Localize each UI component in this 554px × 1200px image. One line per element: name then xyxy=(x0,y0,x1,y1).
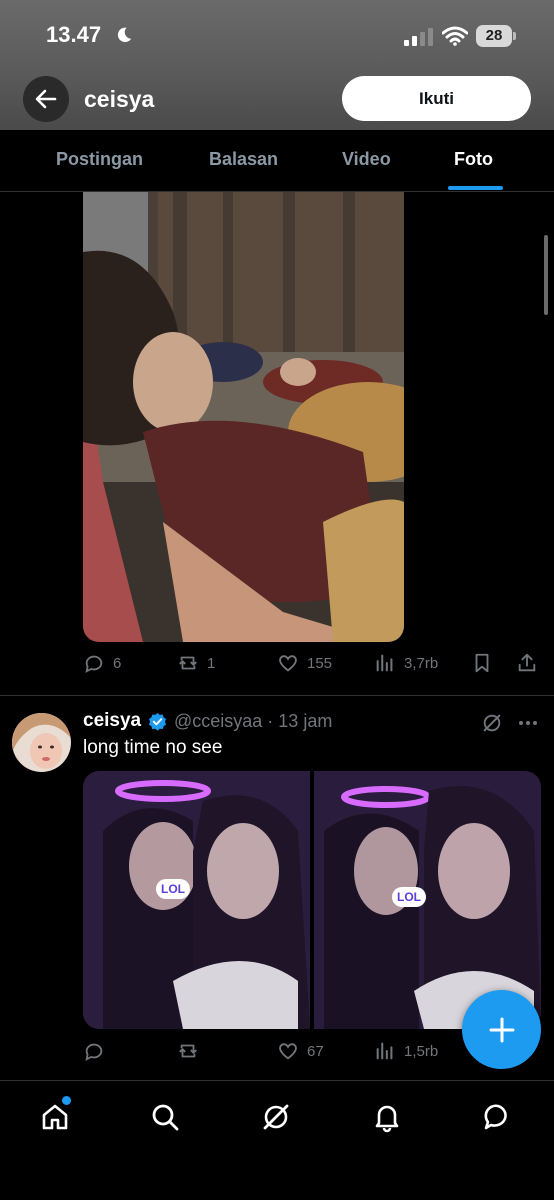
share-button[interactable] xyxy=(516,652,538,674)
compose-post-button[interactable] xyxy=(462,990,541,1069)
tab-posts[interactable]: Postingan xyxy=(56,149,143,170)
post-handle-time[interactable]: @cceisyaa · 13 jam xyxy=(174,711,332,732)
reply-button[interactable] xyxy=(83,1040,113,1062)
home-notification-dot xyxy=(62,1096,71,1105)
views-icon xyxy=(376,1042,393,1060)
tab-video[interactable]: Video xyxy=(342,149,391,170)
reply-icon xyxy=(85,655,103,673)
views-button[interactable]: 3,7rb xyxy=(374,652,438,674)
wifi-icon xyxy=(442,26,468,46)
post-photo-left[interactable]: LOL xyxy=(83,771,310,1029)
repost-icon xyxy=(179,656,197,670)
messages-icon xyxy=(484,1104,507,1130)
avatar-image xyxy=(12,713,71,772)
views-count: 3,7rb xyxy=(404,654,439,672)
profile-header: 13.47 28 ceisya Ikuti xyxy=(0,0,554,130)
search-icon xyxy=(152,1104,179,1131)
photo-illustration xyxy=(83,192,404,642)
home-icon xyxy=(42,1104,68,1130)
tab-replies[interactable]: Balasan xyxy=(209,149,278,170)
grok-icon[interactable] xyxy=(481,712,503,734)
post-media-grid: LOL LOL xyxy=(83,771,541,1029)
status-bar: 13.47 28 xyxy=(0,0,554,70)
verified-badge-icon xyxy=(148,712,167,731)
arrow-left-icon xyxy=(35,89,57,109)
tab-photos[interactable]: Foto xyxy=(454,149,493,170)
plus-icon xyxy=(489,1017,514,1042)
nav-messages[interactable] xyxy=(480,1099,516,1135)
repost-icon xyxy=(179,1044,197,1058)
moon-icon xyxy=(117,27,132,43)
status-time: 13.47 xyxy=(46,22,102,47)
scrollbar[interactable] xyxy=(544,235,548,315)
follow-button[interactable]: Ikuti xyxy=(342,76,531,121)
like-button[interactable]: 155 xyxy=(277,652,332,674)
reply-button[interactable]: 6 xyxy=(83,652,121,674)
lol-sticker: LOL xyxy=(156,879,190,899)
heart-icon xyxy=(279,655,297,672)
battery-tip xyxy=(513,32,516,40)
views-button[interactable]: 1,5rb xyxy=(374,1040,438,1062)
photo-left-illustration xyxy=(83,771,310,1029)
active-tab-indicator xyxy=(448,186,503,190)
views-count: 1,5rb xyxy=(404,1042,439,1060)
grok-icon xyxy=(263,1104,289,1130)
like-count: 67 xyxy=(307,1042,324,1060)
signal-icon xyxy=(404,28,433,46)
profile-name: ceisya xyxy=(84,86,155,112)
profile-tabs: Postingan Balasan Video Foto xyxy=(0,130,554,192)
heart-icon xyxy=(279,1043,297,1060)
share-icon xyxy=(518,653,536,672)
nav-search[interactable] xyxy=(147,1099,183,1135)
back-button[interactable] xyxy=(23,76,69,122)
bookmark-button[interactable] xyxy=(471,652,493,674)
avatar[interactable] xyxy=(12,713,71,772)
nav-grok[interactable] xyxy=(258,1099,294,1135)
bookmark-icon xyxy=(475,653,489,673)
more-options-icon[interactable] xyxy=(516,712,540,734)
post-actions: 6 1 155 3,7rb xyxy=(0,652,554,682)
repost-count: 1 xyxy=(207,654,216,672)
like-count: 155 xyxy=(307,654,333,672)
reply-count: 6 xyxy=(113,654,122,672)
bottom-navigation xyxy=(0,1080,554,1200)
post-author-name[interactable]: ceisya xyxy=(83,710,141,732)
like-button[interactable]: 67 xyxy=(277,1040,324,1062)
post-photo[interactable] xyxy=(83,192,404,642)
battery-indicator: 28 xyxy=(476,25,516,47)
reply-icon xyxy=(85,1043,103,1061)
nav-notifications[interactable] xyxy=(369,1099,405,1135)
battery-level: 28 xyxy=(476,25,512,47)
lol-sticker: LOL xyxy=(392,887,426,907)
repost-button[interactable] xyxy=(177,1040,207,1062)
post-divider xyxy=(0,695,554,696)
post-text: long time no see xyxy=(83,737,223,758)
bell-icon xyxy=(375,1105,399,1133)
repost-button[interactable]: 1 xyxy=(177,652,215,674)
views-icon xyxy=(376,654,393,672)
